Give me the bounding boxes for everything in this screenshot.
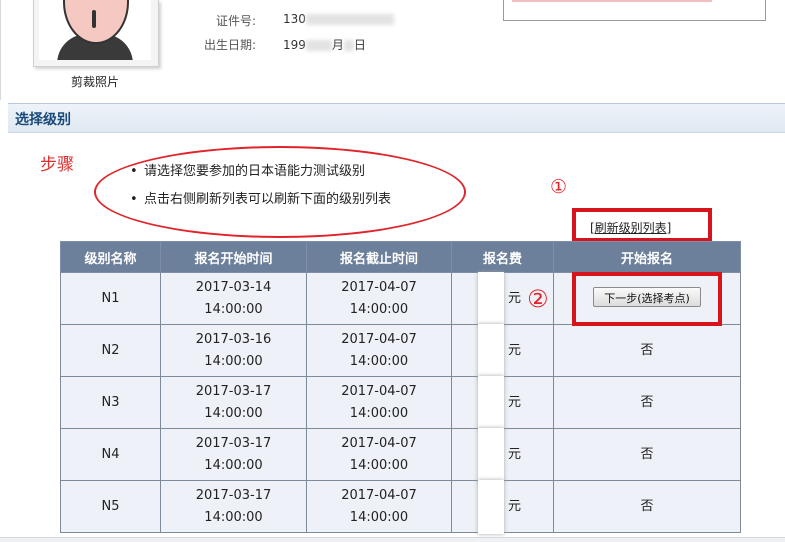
start-time-cell: 2017-03-17 14:00:00 — [160, 376, 307, 429]
step-marker-2: ② — [527, 285, 549, 313]
id-value: 130 — [283, 12, 394, 26]
level-name: N2 — [60, 324, 161, 377]
start-time-cell: 2017-03-17 14:00:00 — [160, 480, 307, 533]
section-header-bar — [8, 103, 785, 133]
action-cell: 否 — [553, 324, 741, 377]
fee-cell: 元 — [451, 480, 554, 534]
step-annotation: 步骤 — [40, 155, 74, 175]
header-level-name: 级别名称 — [60, 241, 161, 273]
header-fee: 报名费 — [451, 241, 554, 273]
end-time-cell: 2017-04-07 14:00:00 — [306, 272, 452, 325]
step-marker-1: ① — [550, 176, 568, 198]
notice-box — [503, 0, 766, 21]
end-time-cell: 2017-04-07 14:00:00 — [306, 376, 452, 429]
start-time-cell: 2017-03-17 14:00:00 — [160, 428, 307, 481]
instruction-item-1: • 请选择您要参加的日本语能力测试级别 — [130, 164, 366, 179]
refresh-level-list-link[interactable]: [刷新级别列表] — [590, 219, 671, 236]
table-header-row: 级别名称 报名开始时间 报名截止时间 报名费 开始报名 — [60, 241, 741, 273]
level-name: N4 — [60, 428, 161, 481]
next-step-highlight-box — [572, 272, 722, 326]
instruction-item-2: • 点击右侧刷新列表可以刷新下面的级别列表 — [130, 192, 392, 207]
level-name: N1 — [60, 272, 161, 325]
avatar — [39, 0, 151, 60]
level-name: N3 — [60, 376, 161, 429]
photo-caption: 剪裁照片 — [70, 75, 119, 89]
end-time-cell: 2017-04-07 14:00:00 — [306, 428, 452, 481]
header-end-time: 报名截止时间 — [306, 241, 452, 273]
header-start-time: 报名开始时间 — [160, 241, 307, 273]
start-time-cell: 2017-03-16 14:00:00 — [160, 324, 307, 377]
end-time-cell: 2017-04-07 14:00:00 — [306, 480, 452, 533]
table-row: N4 2017-03-17 14:00:00 2017-04-07 14:00:00… — [60, 428, 741, 482]
start-time-cell: 2017-03-14 14:00:00 — [160, 272, 307, 325]
header-start-registration: 开始报名 — [553, 241, 741, 273]
end-time-cell: 2017-04-07 14:00:00 — [306, 324, 452, 377]
fee-cell: 元 — [451, 376, 554, 430]
section-title: 选择级别 — [15, 112, 71, 128]
id-label: 证件号: — [215, 14, 256, 28]
profile-photo — [33, 0, 159, 67]
bottom-rule — [0, 537, 785, 542]
table-row: N2 2017-03-16 14:00:00 2017-04-07 14:00:00… — [60, 324, 741, 378]
level-name: N5 — [60, 480, 161, 533]
table-row: N3 2017-03-17 14:00:00 2017-04-07 14:00:00… — [60, 376, 741, 430]
birth-label: 出生日期: — [203, 38, 256, 52]
fee-cell: 元 — [451, 324, 554, 378]
fee-cell: 元 — [451, 428, 554, 482]
page-left-rule — [0, 0, 1, 100]
action-cell: 否 — [553, 480, 741, 533]
birth-value: 199 月日 — [283, 38, 366, 52]
action-cell: 否 — [553, 428, 741, 481]
action-cell: 否 — [553, 376, 741, 429]
table-row: N5 2017-03-17 14:00:00 2017-04-07 14:00:00… — [60, 480, 741, 534]
